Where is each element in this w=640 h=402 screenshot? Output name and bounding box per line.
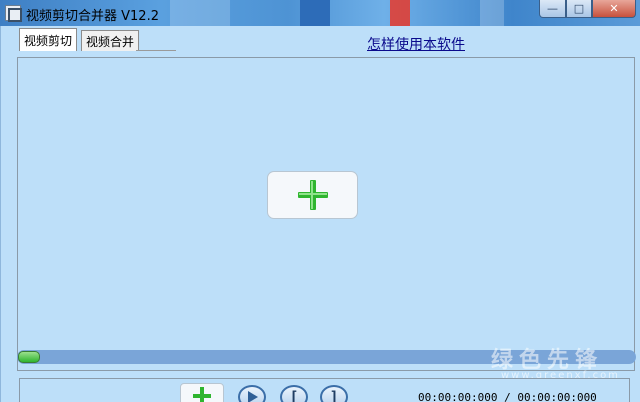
- title-bar[interactable]: 视频剪切合并器 V12.2 — □ ✕: [0, 0, 640, 26]
- mark-in-button[interactable]: [: [280, 385, 308, 402]
- tab-video-merge[interactable]: 视频合并: [81, 30, 140, 51]
- background-decoration: [300, 0, 330, 26]
- tab-strip-divider: [136, 50, 176, 51]
- green-plus-icon: [193, 387, 211, 402]
- add-file-button[interactable]: [180, 383, 224, 402]
- video-preview-area[interactable]: [17, 57, 635, 371]
- help-link[interactable]: 怎样使用本软件: [367, 34, 465, 54]
- app-icon[interactable]: [5, 5, 22, 22]
- maximize-button[interactable]: □: [566, 0, 592, 18]
- playback-control-bar: [ ] 00:00:00:000 / 00:00:00:000: [19, 378, 630, 402]
- bracket-left-icon: [: [289, 388, 299, 402]
- slider-handle[interactable]: [18, 351, 40, 363]
- bracket-right-icon: ]: [329, 388, 339, 402]
- background-decoration: [170, 0, 230, 26]
- background-decoration: [390, 0, 410, 26]
- close-button[interactable]: ✕: [592, 0, 636, 18]
- background-decoration: [480, 0, 504, 26]
- green-plus-icon: [297, 180, 328, 210]
- play-icon: [248, 391, 258, 402]
- timecode-display: 00:00:00:000 / 00:00:00:000: [418, 391, 597, 402]
- main-window: 视频剪切 视频合并 怎样使用本软件 绿色先锋 www.greenxf.com […: [0, 26, 640, 402]
- minimize-button[interactable]: —: [539, 0, 566, 18]
- add-video-button[interactable]: [267, 171, 358, 219]
- play-button[interactable]: [238, 385, 266, 402]
- window-title: 视频剪切合并器 V12.2: [26, 9, 159, 24]
- tab-video-cut[interactable]: 视频剪切: [19, 28, 78, 51]
- mark-out-button[interactable]: ]: [320, 385, 348, 402]
